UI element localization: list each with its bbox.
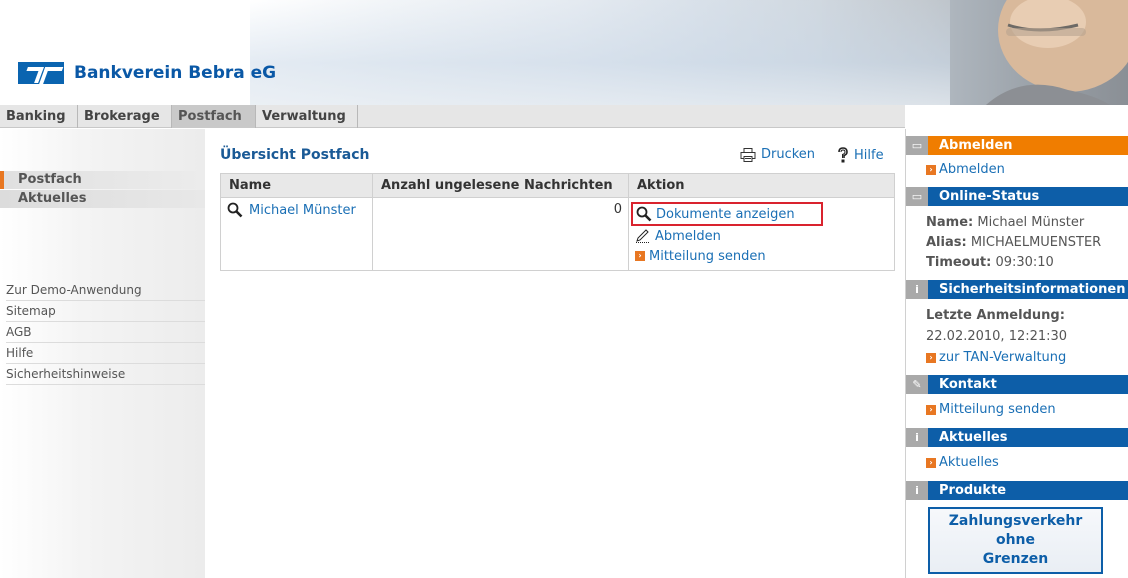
- arrow-right-icon: ›: [635, 251, 645, 261]
- pencil-icon: ✎: [906, 375, 928, 394]
- logout-header-label: Abmelden: [939, 138, 1013, 153]
- sidebar-item-postfach[interactable]: Postfach: [0, 171, 205, 189]
- sidebar-link-security[interactable]: Sicherheitshinweise: [6, 364, 205, 385]
- arrow-right-icon: ›: [926, 164, 936, 175]
- info-icon: i: [906, 428, 928, 447]
- mailbox-table: Name Anzahl ungelesene Nachrichten Aktio…: [220, 173, 895, 271]
- left-sidebar: Postfach Aktuelles Zur Demo-Anwendung Si…: [0, 129, 205, 578]
- magnifier-icon: [636, 206, 652, 222]
- arrow-right-icon: ›: [926, 404, 936, 415]
- security-info-header-label: Sicherheitsinformationen: [939, 282, 1126, 297]
- send-message-label: Mitteilung senden: [649, 248, 766, 264]
- magnifier-icon: [227, 202, 243, 218]
- column-header-unread: Anzahl ungelesene Nachrichten: [372, 173, 629, 198]
- last-login-label: Letzte Anmeldung:: [926, 308, 1065, 323]
- news-link[interactable]: › Aktuelles: [926, 455, 999, 470]
- main-content: Übersicht Postfach Drucken Hilfe Name An…: [205, 129, 905, 578]
- promo-line-2: ohne: [995, 532, 1036, 548]
- help-question-icon: [838, 147, 848, 163]
- info-icon: i: [906, 481, 928, 500]
- sidebar-link-demo[interactable]: Zur Demo-Anwendung: [6, 280, 205, 301]
- contact-send-message-label: Mitteilung senden: [939, 402, 1056, 417]
- tan-management-link[interactable]: › zur TAN-Verwaltung: [926, 350, 1066, 365]
- promo-line-3: Grenzen: [982, 551, 1049, 567]
- promo-line-1: Zahlungsverkehr: [948, 513, 1083, 529]
- printer-icon: [740, 147, 756, 162]
- print-button[interactable]: Drucken: [740, 147, 815, 162]
- logout-header: ▭ Abmelden: [906, 136, 1128, 155]
- monitor-icon: ▭: [906, 136, 928, 155]
- status-timeout-value: 09:30:10: [995, 255, 1054, 270]
- contact-header: ✎ Kontakt: [906, 375, 1128, 394]
- column-header-name: Name: [220, 173, 373, 198]
- page-title: Übersicht Postfach: [220, 147, 370, 163]
- status-timeout-label: Timeout:: [926, 255, 992, 270]
- logout-link[interactable]: › Abmelden: [926, 162, 1005, 177]
- help-label: Hilfe: [854, 147, 884, 163]
- status-name-value: Michael Münster: [977, 215, 1085, 230]
- online-status-header: ▭ Online-Status: [906, 187, 1128, 206]
- status-name: Name: Michael Münster: [926, 215, 1084, 230]
- sidebar-link-agb[interactable]: AGB: [6, 322, 205, 343]
- print-label: Drucken: [761, 147, 816, 162]
- unsubscribe-link[interactable]: Abmelden: [635, 226, 888, 246]
- info-icon: i: [906, 280, 928, 299]
- products-header-label: Produkte: [939, 483, 1007, 498]
- bank-logo-icon[interactable]: [18, 62, 64, 84]
- monitor-icon: ▭: [906, 187, 928, 206]
- products-header: i Produkte: [906, 481, 1128, 500]
- tan-management-label: zur TAN-Verwaltung: [939, 350, 1067, 365]
- header-background: [250, 0, 950, 105]
- contact-header-label: Kontakt: [939, 377, 997, 392]
- pencil-icon: [636, 229, 650, 243]
- arrow-right-icon: ›: [926, 352, 936, 363]
- security-info-header: i Sicherheitsinformationen: [906, 280, 1128, 299]
- show-documents-link[interactable]: Dokumente anzeigen: [631, 202, 823, 226]
- news-header: i Aktuelles: [906, 428, 1128, 447]
- tab-verwaltung[interactable]: Verwaltung: [256, 105, 358, 128]
- tab-banking[interactable]: Banking: [0, 105, 78, 128]
- online-status-header-label: Online-Status: [939, 189, 1040, 204]
- status-timeout: Timeout: 09:30:10: [926, 255, 1054, 270]
- news-link-label: Aktuelles: [939, 455, 999, 470]
- status-name-label: Name:: [926, 215, 974, 230]
- cell-unread-count: 0: [372, 197, 629, 271]
- last-login-value: 22.02.2010, 12:21:30: [926, 329, 1068, 344]
- main-navigation: Banking Brokerage Postfach Verwaltung: [0, 105, 905, 128]
- contact-send-message-link[interactable]: › Mitteilung senden: [926, 402, 1056, 417]
- show-documents-label: Dokumente anzeigen: [656, 206, 795, 222]
- status-alias: Alias: MICHAELMUENSTER: [926, 235, 1101, 250]
- news-header-label: Aktuelles: [939, 430, 1008, 445]
- status-alias-value: MICHAELMUENSTER: [970, 235, 1102, 250]
- help-button[interactable]: Hilfe: [836, 147, 884, 163]
- cell-actions: Dokumente anzeigen Abmelden › Mitteilung…: [628, 197, 895, 271]
- send-message-link[interactable]: › Mitteilung senden: [635, 246, 888, 266]
- unsubscribe-label: Abmelden: [655, 228, 721, 244]
- header-portrait-image: [986, 0, 1128, 105]
- sidebar-link-sitemap[interactable]: Sitemap: [6, 301, 205, 322]
- right-sidebar: ▭ Abmelden › Abmelden ▭ Online-Status Na…: [905, 129, 1128, 578]
- sidebar-link-hilfe[interactable]: Hilfe: [6, 343, 205, 364]
- table-row: Michael Münster 0 Dokumente anzeigen Abm…: [220, 197, 895, 271]
- tab-postfach[interactable]: Postfach: [172, 105, 256, 128]
- table-header-row: Name Anzahl ungelesene Nachrichten Aktio…: [220, 173, 895, 198]
- user-link[interactable]: Michael Münster: [227, 202, 366, 218]
- last-login-label-text: Letzte Anmeldung:: [926, 308, 1065, 323]
- user-name: Michael Münster: [249, 202, 356, 218]
- bank-name[interactable]: Bankverein Bebra eG: [74, 63, 276, 83]
- header-banner: Bankverein Bebra eG: [0, 0, 1128, 105]
- sidebar-item-aktuelles[interactable]: Aktuelles: [0, 190, 205, 208]
- column-header-action: Aktion: [628, 173, 895, 198]
- action-list: Dokumente anzeigen Abmelden › Mitteilung…: [631, 202, 888, 266]
- logout-link-label: Abmelden: [939, 162, 1005, 177]
- cell-name: Michael Münster: [220, 197, 373, 271]
- promo-banner[interactable]: Zahlungsverkehr ohne Grenzen: [928, 507, 1103, 574]
- tab-brokerage[interactable]: Brokerage: [78, 105, 172, 128]
- arrow-right-icon: ›: [926, 457, 936, 468]
- status-alias-label: Alias:: [926, 235, 967, 250]
